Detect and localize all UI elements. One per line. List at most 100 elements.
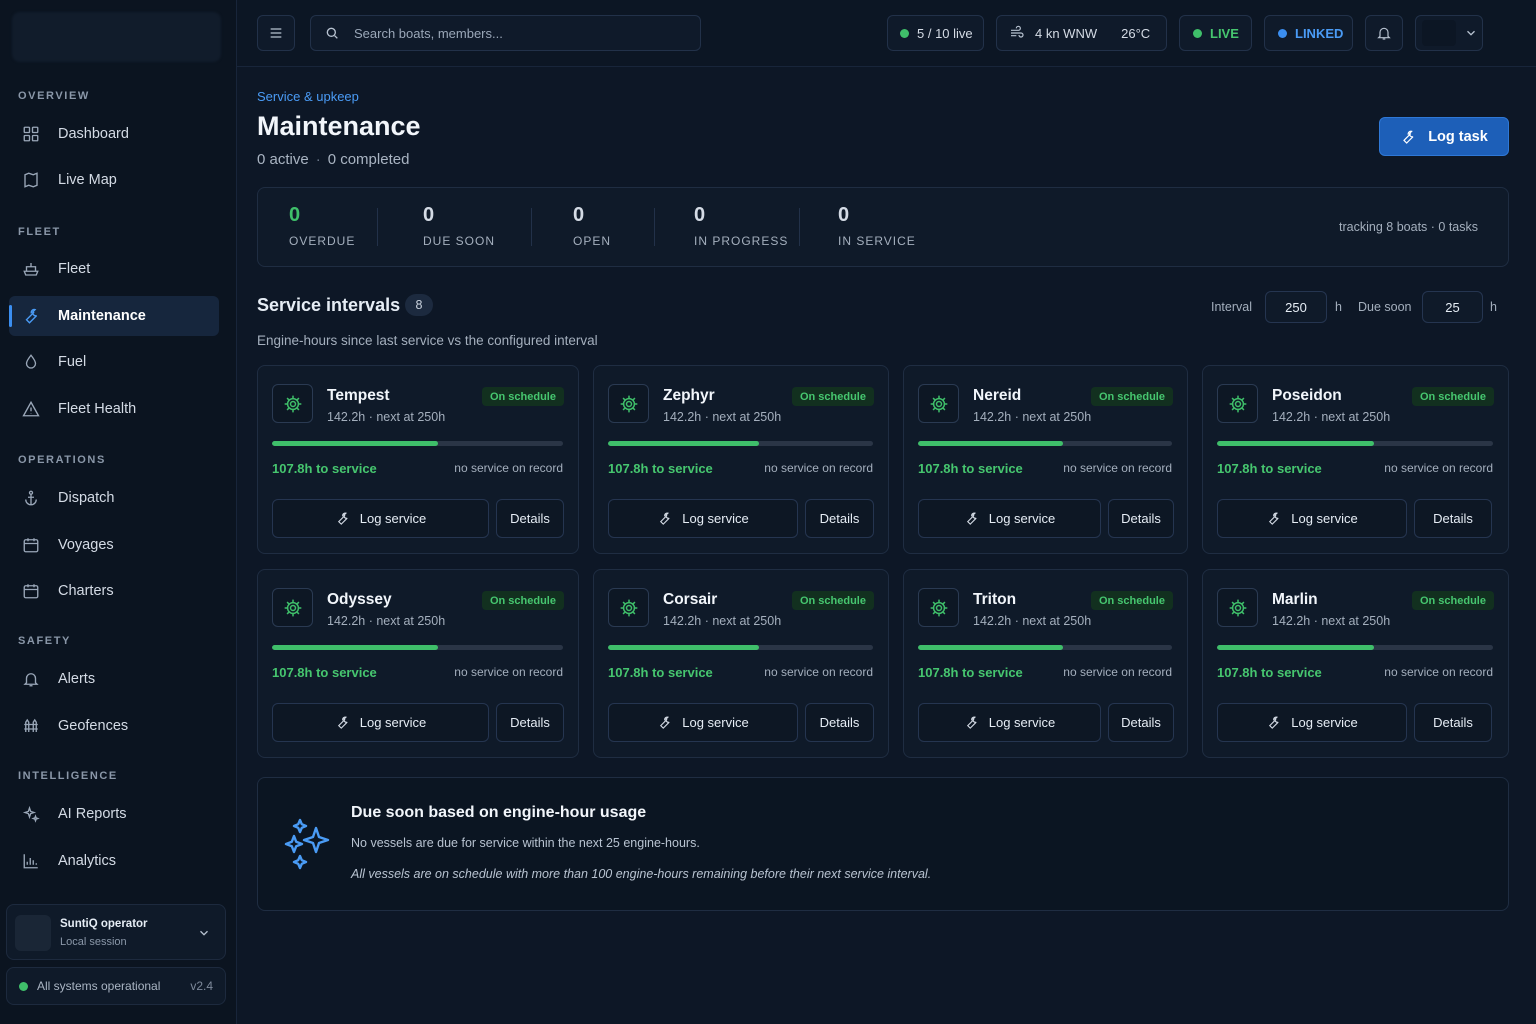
progress-fill bbox=[608, 645, 759, 650]
linked-badge[interactable]: LINKED bbox=[1264, 15, 1353, 51]
wrench-icon bbox=[1403, 130, 1414, 144]
boat-hours: 142.2h · next at 250h bbox=[327, 614, 446, 628]
stat-label: DUE SOON bbox=[423, 234, 496, 248]
status-dot bbox=[1278, 28, 1287, 38]
system-status-text: All systems operational bbox=[37, 979, 161, 993]
log-service-button[interactable]: Log service bbox=[1217, 703, 1407, 742]
details-button[interactable]: Details bbox=[1414, 499, 1492, 538]
live-badge[interactable]: LIVE bbox=[1179, 15, 1252, 51]
sidebar-item-label: Fleet Health bbox=[58, 401, 137, 417]
wind-icon bbox=[1011, 25, 1024, 38]
operator-menu[interactable]: SuntiQ operator Local session bbox=[6, 904, 226, 960]
boat-name: Zephyr bbox=[663, 387, 715, 404]
log-task-button[interactable]: Log task bbox=[1379, 117, 1509, 156]
sidebar-item-label: Alerts bbox=[58, 671, 96, 687]
wrench-icon bbox=[966, 512, 977, 525]
search-input[interactable] bbox=[354, 25, 674, 41]
breadcrumb[interactable]: Service & upkeep bbox=[257, 89, 359, 104]
weather-indicator[interactable]: 4 kn WNW 26°C bbox=[996, 15, 1167, 51]
details-label: Details bbox=[1433, 511, 1473, 526]
sidebar-item-alerts[interactable]: Alerts bbox=[9, 659, 219, 699]
stat-label: OPEN bbox=[573, 234, 612, 248]
log-service-button[interactable]: Log service bbox=[272, 499, 489, 538]
details-button[interactable]: Details bbox=[1108, 499, 1174, 538]
sidebar-item-voyages[interactable]: Voyages bbox=[9, 525, 219, 565]
user-menu-button[interactable] bbox=[1415, 15, 1483, 51]
droplet-icon bbox=[25, 354, 37, 369]
engine-icon bbox=[272, 384, 313, 423]
boat-hours: 142.2h · next at 250h bbox=[1272, 614, 1391, 628]
calendar-icon bbox=[23, 584, 39, 599]
app-version: v2.4 bbox=[190, 979, 213, 993]
stat-value: 0 bbox=[838, 204, 850, 226]
boat-name: Tempest bbox=[327, 387, 390, 404]
log-service-button[interactable]: Log service bbox=[272, 703, 489, 742]
log-service-label: Log service bbox=[988, 715, 1056, 730]
status-badge: On schedule bbox=[1411, 591, 1494, 610]
sidebar-item-live-map[interactable]: Live Map bbox=[9, 160, 219, 200]
hours-remaining: 107.8h to service bbox=[1217, 461, 1322, 476]
details-label: Details bbox=[819, 715, 860, 730]
stat-value: 0 bbox=[694, 204, 706, 226]
stat-open[interactable]: 0 OPEN bbox=[573, 204, 611, 248]
service-progress-bar bbox=[1217, 645, 1493, 650]
details-label: Details bbox=[819, 511, 860, 526]
service-progress-bar bbox=[608, 645, 873, 650]
sidebar-item-fleet[interactable]: Fleet bbox=[9, 249, 219, 289]
live-boats-indicator[interactable]: 5 / 10 live bbox=[887, 15, 984, 51]
stat-in-service[interactable]: 0 IN SERVICE bbox=[838, 204, 916, 248]
boat-hours: 142.2h · next at 250h bbox=[1272, 410, 1391, 424]
service-record: no service on record bbox=[764, 665, 873, 679]
sidebar-item-charters[interactable]: Charters bbox=[9, 571, 219, 611]
log-service-button[interactable]: Log service bbox=[918, 703, 1101, 742]
topbar: 5 / 10 live 4 kn WNW 26°C LIVE LINKED bbox=[237, 0, 1536, 67]
hours-remaining: 107.8h to service bbox=[918, 665, 1023, 680]
menu-button[interactable] bbox=[257, 15, 295, 51]
log-service-button[interactable]: Log service bbox=[608, 703, 798, 742]
stat-in-progress[interactable]: 0 IN PROGRESS bbox=[694, 204, 788, 248]
boat-name: Nereid bbox=[973, 387, 1022, 404]
log-service-button[interactable]: Log service bbox=[608, 499, 798, 538]
completed-count: 0 completed bbox=[327, 151, 410, 168]
notifications-button[interactable] bbox=[1365, 15, 1403, 51]
due-soon-label: Due soon bbox=[1358, 300, 1412, 314]
details-button[interactable]: Details bbox=[805, 499, 874, 538]
sidebar-item-ai-reports[interactable]: AI Reports bbox=[9, 794, 219, 834]
map-icon bbox=[24, 172, 38, 188]
log-service-button[interactable]: Log service bbox=[1217, 499, 1407, 538]
details-button[interactable]: Details bbox=[805, 703, 874, 742]
sidebar-item-analytics[interactable]: Analytics bbox=[9, 841, 219, 881]
due-soon-title: Due soon based on engine-hour usage bbox=[351, 804, 647, 821]
progress-fill bbox=[1217, 645, 1375, 650]
sparkle-icon bbox=[284, 818, 330, 870]
due-soon-input[interactable] bbox=[1422, 291, 1483, 323]
status-badge: On schedule bbox=[791, 387, 874, 406]
stat-divider bbox=[799, 208, 800, 246]
boat-hours: 142.2h · next at 250h bbox=[973, 410, 1092, 424]
details-button[interactable]: Details bbox=[1108, 703, 1174, 742]
brand-logo[interactable] bbox=[12, 12, 221, 62]
nav-section-overview: OVERVIEW bbox=[18, 90, 90, 102]
status-badge: On schedule bbox=[1090, 387, 1173, 406]
due-soon-panel: Due soon based on engine-hour usage No v… bbox=[257, 777, 1509, 911]
hours-remaining: 107.8h to service bbox=[608, 461, 713, 476]
log-service-label: Log service bbox=[1291, 511, 1358, 526]
interval-input[interactable] bbox=[1265, 291, 1327, 323]
search-box bbox=[310, 15, 701, 51]
status-badge: On schedule bbox=[481, 387, 564, 406]
details-button[interactable]: Details bbox=[1414, 703, 1492, 742]
sidebar-item-geofences[interactable]: Geofences bbox=[9, 706, 219, 746]
log-service-button[interactable]: Log service bbox=[918, 499, 1101, 538]
details-button[interactable]: Details bbox=[496, 499, 564, 538]
sidebar-item-maintenance[interactable]: Maintenance bbox=[9, 296, 219, 336]
sidebar-item-fuel[interactable]: Fuel bbox=[9, 342, 219, 382]
sidebar-item-dashboard[interactable]: Dashboard bbox=[9, 114, 219, 154]
sidebar-item-dispatch[interactable]: Dispatch bbox=[9, 478, 219, 518]
boat-name: Triton bbox=[973, 591, 1017, 608]
details-button[interactable]: Details bbox=[496, 703, 564, 742]
wrench-icon bbox=[1269, 512, 1279, 525]
details-label: Details bbox=[1121, 511, 1161, 526]
sidebar-item-fleet-health[interactable]: Fleet Health bbox=[9, 389, 219, 429]
stat-overdue[interactable]: 0 OVERDUE bbox=[289, 204, 355, 248]
stat-due-soon[interactable]: 0 DUE SOON bbox=[423, 204, 495, 248]
